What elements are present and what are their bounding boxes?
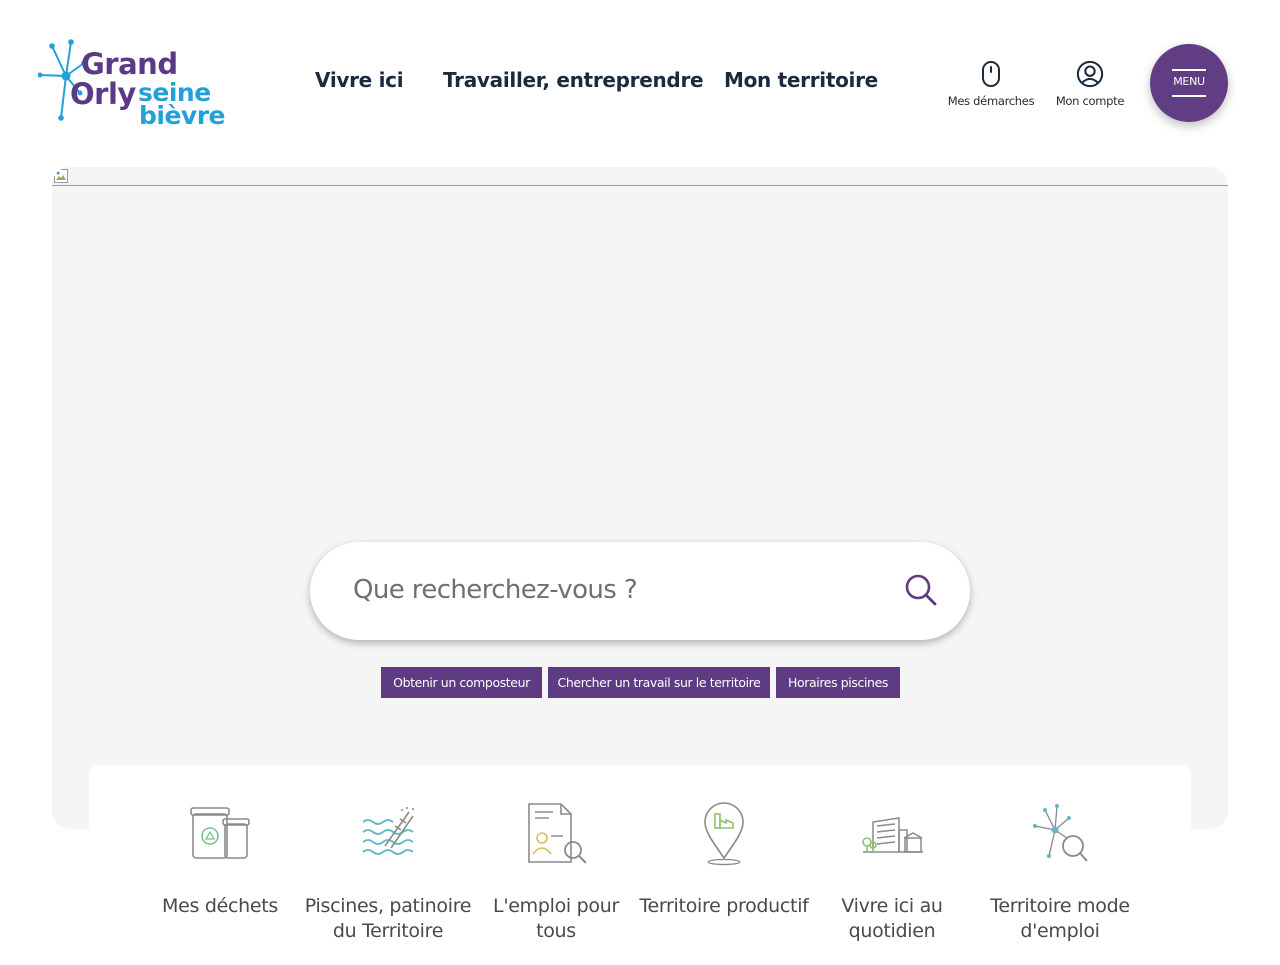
nav-item-vivre-ici[interactable]: Vivre ici <box>315 68 404 92</box>
mouse-icon <box>982 61 1000 87</box>
shortcut-label: Piscines, patinoire du Territoire <box>304 895 472 942</box>
network-search-icon <box>1033 804 1088 862</box>
shortcut-label: Mes déchets <box>162 895 278 917</box>
logo-word-orly: Orly <box>70 77 136 111</box>
shortcut-mes-dechets[interactable]: Mes déchets <box>135 800 305 919</box>
broken-image-icon <box>54 169 68 183</box>
shortcut-piscines[interactable]: Piscines, patinoire du Territoire <box>303 800 473 944</box>
menu-label: MENU <box>1173 75 1205 88</box>
hero-banner <box>52 167 1228 829</box>
quick-link-travail[interactable]: Chercher un travail sur le territoire <box>548 667 770 698</box>
shortcut-vivre-ici[interactable]: Vivre ici au quotidien <box>807 800 977 944</box>
search-input[interactable]: Que recherchez-vous ? <box>353 575 638 605</box>
nav-item-mon-territoire[interactable]: Mon territoire <box>724 68 878 92</box>
logo-word-bievre: bièvre <box>139 101 226 130</box>
map-pin-factory-icon <box>704 802 744 866</box>
nav-item-travailler[interactable]: Travailler, entreprendre <box>443 68 704 92</box>
city-buildings-icon <box>862 817 923 853</box>
shortcut-territoire-productif[interactable]: Territoire productif <box>639 800 809 919</box>
waste-bins-icon <box>190 807 250 859</box>
shortcut-label: Territoire mode d'emploi <box>990 895 1130 942</box>
menu-line-bottom <box>1172 95 1206 97</box>
mes-demarches-link[interactable]: Mes démarches <box>940 60 1042 109</box>
menu-button[interactable]: MENU <box>1150 44 1228 122</box>
search-bar[interactable]: Que recherchez-vous ? <box>310 542 970 640</box>
site-logo[interactable]: Grand Orly seine bièvre <box>38 38 233 130</box>
mes-demarches-label: Mes démarches <box>947 94 1035 108</box>
shortcut-label: Territoire productif <box>639 895 809 917</box>
user-circle-icon <box>1076 60 1104 88</box>
mon-compte-link[interactable]: Mon compte <box>1050 60 1130 109</box>
shortcut-mode-emploi[interactable]: Territoire mode d'emploi <box>975 800 1145 944</box>
job-document-search-icon <box>528 803 587 864</box>
logo-word-grand: Grand <box>81 47 178 81</box>
quick-link-composteur[interactable]: Obtenir un composteur <box>381 667 542 698</box>
hero-image-border <box>52 185 1228 186</box>
search-icon[interactable] <box>904 573 938 607</box>
shortcut-emploi[interactable]: L'emploi pour tous <box>471 800 641 944</box>
quick-link-piscines[interactable]: Horaires piscines <box>776 667 900 698</box>
pool-waves-icon <box>362 807 414 855</box>
shortcut-label: Vivre ici au quotidien <box>841 895 943 942</box>
menu-line-top <box>1172 69 1206 71</box>
shortcut-label: L'emploi pour tous <box>493 895 619 942</box>
mon-compte-label: Mon compte <box>1055 94 1125 108</box>
